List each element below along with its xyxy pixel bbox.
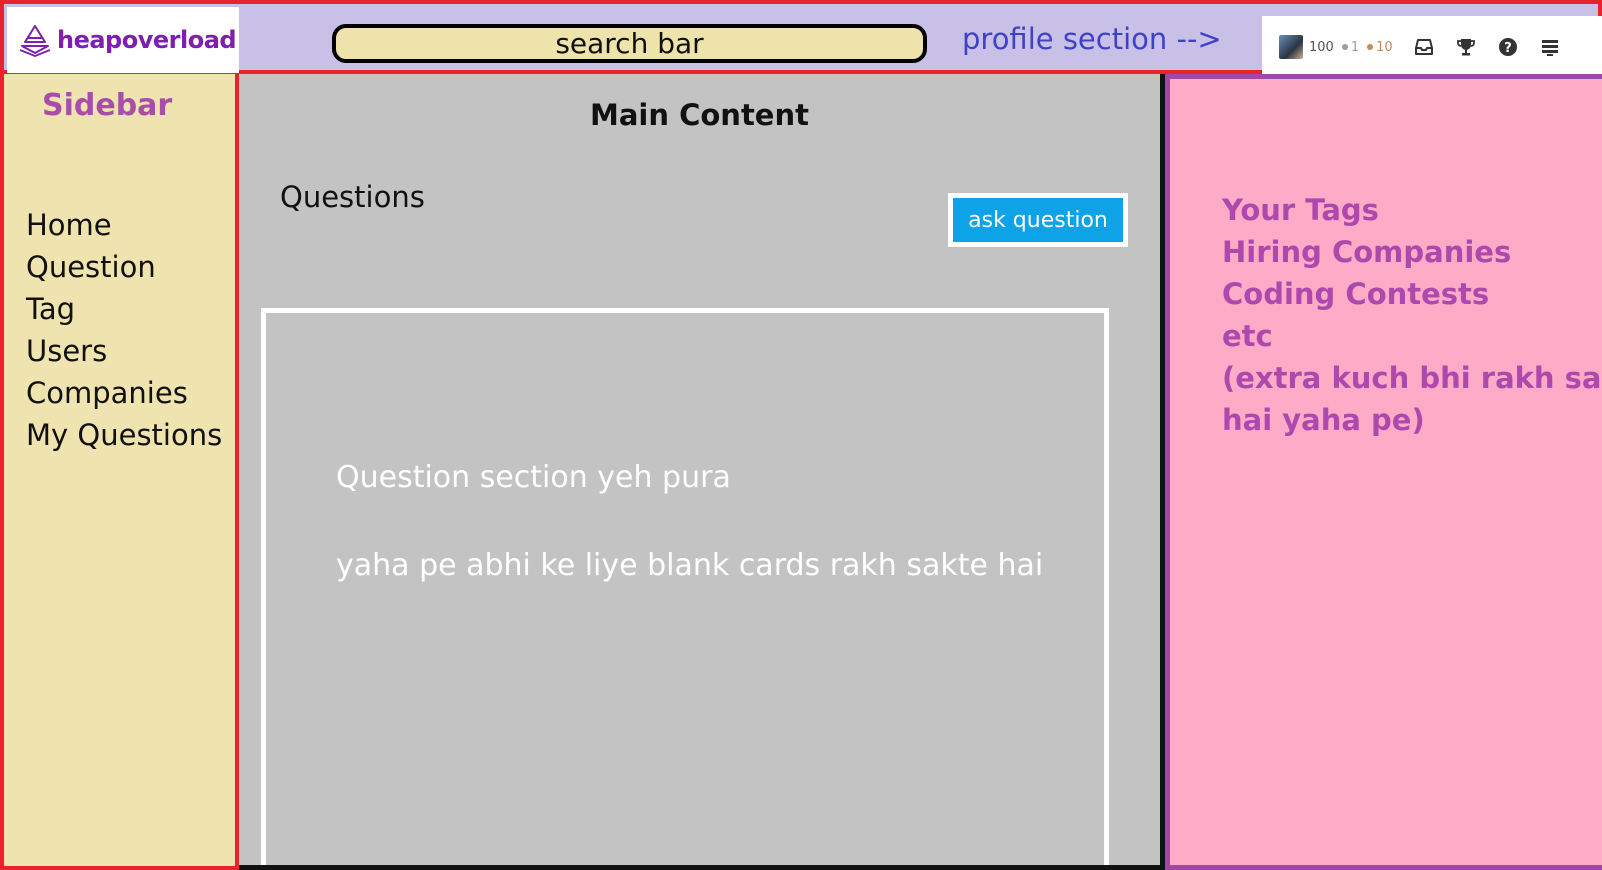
right-panel-list: Your Tags Hiring Companies Coding Contes… bbox=[1222, 189, 1602, 441]
question-section-text-2: yaha pe abhi ke liye blank cards rakh sa… bbox=[336, 548, 1044, 583]
svg-text:?: ? bbox=[1504, 41, 1512, 56]
heap-logo-icon bbox=[19, 25, 51, 57]
sidebar-nav: Home Question Tag Users Companies My Que… bbox=[26, 204, 222, 456]
right-item-note-1: (extra kuch bhi rakh sakte bbox=[1222, 361, 1602, 395]
sidebar-item-companies[interactable]: Companies bbox=[26, 372, 222, 414]
right-panel: Your Tags Hiring Companies Coding Contes… bbox=[1165, 74, 1602, 870]
inbox-icon[interactable] bbox=[1413, 36, 1435, 58]
sidebar-item-users[interactable]: Users bbox=[26, 330, 222, 372]
search-label: search bar bbox=[555, 27, 704, 60]
question-section-text-1: Question section yeh pura bbox=[336, 460, 731, 495]
bronze-badge-dot bbox=[1367, 44, 1374, 50]
question-section: Question section yeh pura yaha pe abhi k… bbox=[261, 308, 1109, 865]
right-item-coding-contests[interactable]: Coding Contests bbox=[1222, 273, 1602, 315]
profile-section: 100 1 10 ? bbox=[1262, 16, 1602, 78]
main-content: Main Content Questions ask question Ques… bbox=[239, 74, 1165, 870]
right-item-your-tags[interactable]: Your Tags bbox=[1222, 189, 1602, 231]
right-item-note-2: hai yaha pe) bbox=[1222, 403, 1425, 437]
reputation-count: 100 bbox=[1309, 39, 1334, 55]
avatar[interactable] bbox=[1279, 35, 1303, 59]
page-title: Main Content bbox=[589, 98, 809, 132]
ask-question-button[interactable]: ask question bbox=[948, 193, 1128, 247]
header: heapoverload search bar profile section … bbox=[0, 0, 1602, 78]
profile-section-label: profile section --> bbox=[962, 22, 1222, 56]
sidebar: Sidebar Home Question Tag Users Companie… bbox=[0, 74, 239, 870]
right-item-etc: etc bbox=[1222, 319, 1273, 353]
trophy-icon[interactable] bbox=[1455, 36, 1477, 58]
stack-menu-icon[interactable] bbox=[1539, 36, 1561, 58]
sidebar-item-tag[interactable]: Tag bbox=[26, 288, 222, 330]
right-item-hiring-companies[interactable]: Hiring Companies bbox=[1222, 231, 1602, 273]
sidebar-item-question[interactable]: Question bbox=[26, 246, 222, 288]
silver-badge-count: 1 bbox=[1350, 39, 1360, 55]
sidebar-item-my-questions[interactable]: My Questions bbox=[26, 414, 222, 456]
bronze-badge-count: 10 bbox=[1376, 39, 1393, 55]
sidebar-title: Sidebar bbox=[42, 88, 173, 123]
sidebar-item-home[interactable]: Home bbox=[26, 204, 222, 246]
silver-badge-dot bbox=[1341, 44, 1348, 50]
logo-text: heapoverload bbox=[57, 26, 237, 54]
ask-question-label[interactable]: ask question bbox=[953, 198, 1123, 242]
questions-heading: Questions bbox=[280, 180, 425, 214]
help-icon[interactable]: ? bbox=[1497, 36, 1519, 58]
logo[interactable]: heapoverload bbox=[7, 7, 239, 73]
search-input[interactable]: search bar bbox=[332, 24, 927, 63]
